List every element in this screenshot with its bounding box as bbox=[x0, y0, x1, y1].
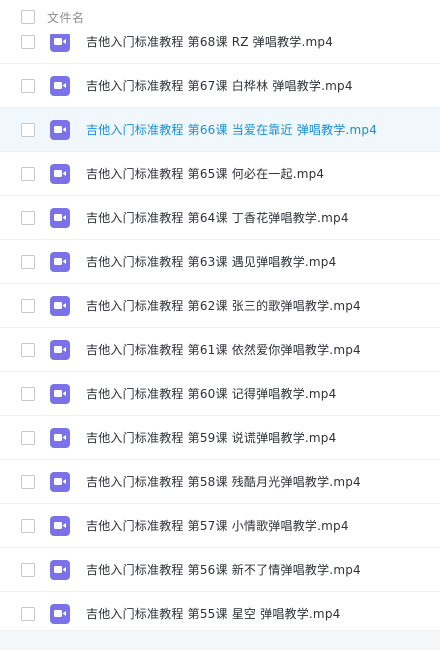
file-name[interactable]: 吉他入门标准教程 第65课 何必在一起.mp4 bbox=[86, 165, 324, 182]
footer-bar bbox=[0, 630, 440, 650]
video-file-icon bbox=[50, 119, 70, 140]
file-row[interactable]: 吉他入门标准教程 第67课 白桦林 弹唱教学.mp4 bbox=[0, 64, 440, 108]
select-all-checkbox[interactable] bbox=[21, 10, 35, 24]
row-checkbox[interactable] bbox=[21, 210, 35, 225]
file-name[interactable]: 吉他入门标准教程 第55课 星空 弹唱教学.mp4 bbox=[86, 605, 340, 622]
file-row[interactable]: 吉他入门标准教程 第57课 小情歌弹唱教学.mp4 bbox=[0, 504, 440, 548]
video-file-icon bbox=[50, 515, 70, 536]
video-file-icon bbox=[50, 295, 70, 316]
file-list-panel: 文件名 吉他入门标准教程 第68课 RZ 弹唱教学.mp4 吉他入门标准教程 第… bbox=[0, 0, 440, 650]
file-name[interactable]: 吉他入门标准教程 第56课 新不了情弹唱教学.mp4 bbox=[86, 561, 361, 578]
file-name[interactable]: 吉他入门标准教程 第66课 当爱在靠近 弹唱教学.mp4 bbox=[86, 121, 377, 138]
video-file-icon bbox=[50, 559, 70, 580]
video-file-icon bbox=[50, 163, 70, 184]
file-row[interactable]: 吉他入门标准教程 第56课 新不了情弹唱教学.mp4 bbox=[0, 548, 440, 592]
row-checkbox[interactable] bbox=[21, 474, 35, 489]
row-checkbox[interactable] bbox=[21, 386, 35, 401]
file-name[interactable]: 吉他入门标准教程 第59课 说谎弹唱教学.mp4 bbox=[86, 429, 336, 446]
row-checkbox[interactable] bbox=[21, 298, 35, 313]
video-file-icon bbox=[50, 427, 70, 448]
file-row[interactable]: 吉他入门标准教程 第65课 何必在一起.mp4 bbox=[0, 152, 440, 196]
file-list: 吉他入门标准教程 第68课 RZ 弹唱教学.mp4 吉他入门标准教程 第67课 … bbox=[0, 20, 440, 630]
row-checkbox[interactable] bbox=[21, 166, 35, 181]
row-checkbox[interactable] bbox=[21, 254, 35, 269]
row-checkbox[interactable] bbox=[21, 562, 35, 577]
video-file-icon bbox=[50, 75, 70, 96]
file-name[interactable]: 吉他入门标准教程 第63课 遇见弹唱教学.mp4 bbox=[86, 253, 336, 270]
column-header-filename[interactable]: 文件名 bbox=[47, 9, 85, 26]
video-file-icon bbox=[50, 207, 70, 228]
file-row[interactable]: 吉他入门标准教程 第60课 记得弹唱教学.mp4 bbox=[0, 372, 440, 416]
file-name[interactable]: 吉他入门标准教程 第60课 记得弹唱教学.mp4 bbox=[86, 385, 336, 402]
file-row[interactable]: 吉他入门标准教程 第63课 遇见弹唱教学.mp4 bbox=[0, 240, 440, 284]
file-name[interactable]: 吉他入门标准教程 第68课 RZ 弹唱教学.mp4 bbox=[86, 33, 333, 50]
file-row[interactable]: 吉他入门标准教程 第64课 丁香花弹唱教学.mp4 bbox=[0, 196, 440, 240]
row-checkbox[interactable] bbox=[21, 34, 35, 49]
file-row[interactable]: 吉他入门标准教程 第58课 残酷月光弹唱教学.mp4 bbox=[0, 460, 440, 504]
file-name[interactable]: 吉他入门标准教程 第64课 丁香花弹唱教学.mp4 bbox=[86, 209, 349, 226]
row-checkbox[interactable] bbox=[21, 78, 35, 93]
video-file-icon bbox=[50, 383, 70, 404]
row-checkbox[interactable] bbox=[21, 122, 35, 137]
file-name[interactable]: 吉他入门标准教程 第58课 残酷月光弹唱教学.mp4 bbox=[86, 473, 361, 490]
row-checkbox[interactable] bbox=[21, 342, 35, 357]
row-checkbox[interactable] bbox=[21, 430, 35, 445]
file-row[interactable]: 吉他入门标准教程 第61课 依然爱你弹唱教学.mp4 bbox=[0, 328, 440, 372]
row-checkbox[interactable] bbox=[21, 518, 35, 533]
video-file-icon bbox=[50, 603, 70, 624]
video-file-icon bbox=[50, 251, 70, 272]
file-list-header: 文件名 bbox=[0, 0, 440, 34]
file-name[interactable]: 吉他入门标准教程 第57课 小情歌弹唱教学.mp4 bbox=[86, 517, 349, 534]
file-name[interactable]: 吉他入门标准教程 第61课 依然爱你弹唱教学.mp4 bbox=[86, 341, 361, 358]
file-row[interactable]: 吉他入门标准教程 第55课 星空 弹唱教学.mp4 bbox=[0, 592, 440, 630]
row-checkbox[interactable] bbox=[21, 606, 35, 621]
file-name[interactable]: 吉他入门标准教程 第67课 白桦林 弹唱教学.mp4 bbox=[86, 77, 353, 94]
file-name[interactable]: 吉他入门标准教程 第62课 张三的歌弹唱教学.mp4 bbox=[86, 297, 361, 314]
file-row[interactable]: 吉他入门标准教程 第62课 张三的歌弹唱教学.mp4 bbox=[0, 284, 440, 328]
video-file-icon bbox=[50, 339, 70, 360]
file-row[interactable]: 吉他入门标准教程 第59课 说谎弹唱教学.mp4 bbox=[0, 416, 440, 460]
file-row-selected[interactable]: 吉他入门标准教程 第66课 当爱在靠近 弹唱教学.mp4 bbox=[0, 108, 440, 152]
video-file-icon bbox=[50, 31, 70, 52]
video-file-icon bbox=[50, 471, 70, 492]
